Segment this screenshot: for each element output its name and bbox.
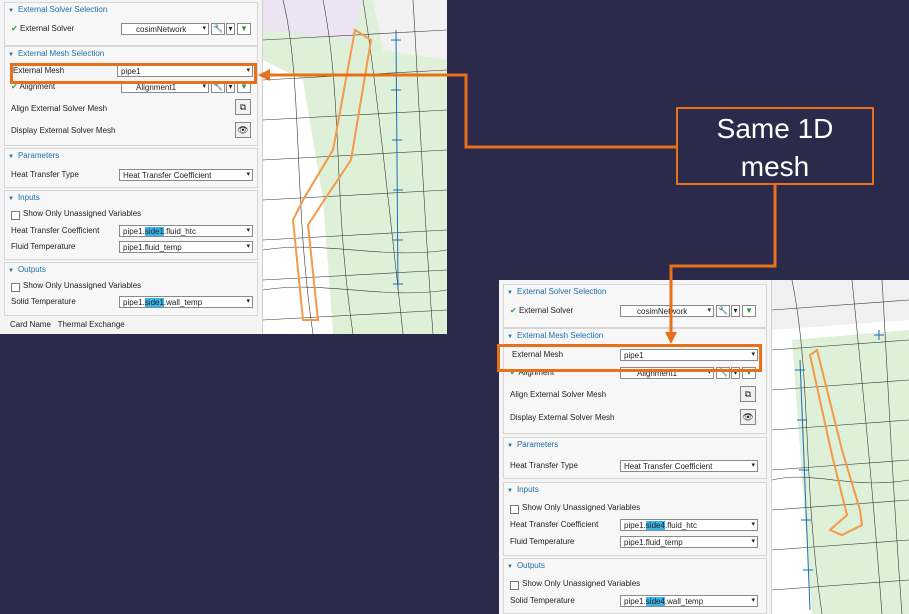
callout-box: Same 1D mesh <box>676 107 874 185</box>
callout-line2: mesh <box>740 151 810 182</box>
callout-line1: Same 1D <box>716 113 834 144</box>
connector-arrows <box>258 69 777 344</box>
